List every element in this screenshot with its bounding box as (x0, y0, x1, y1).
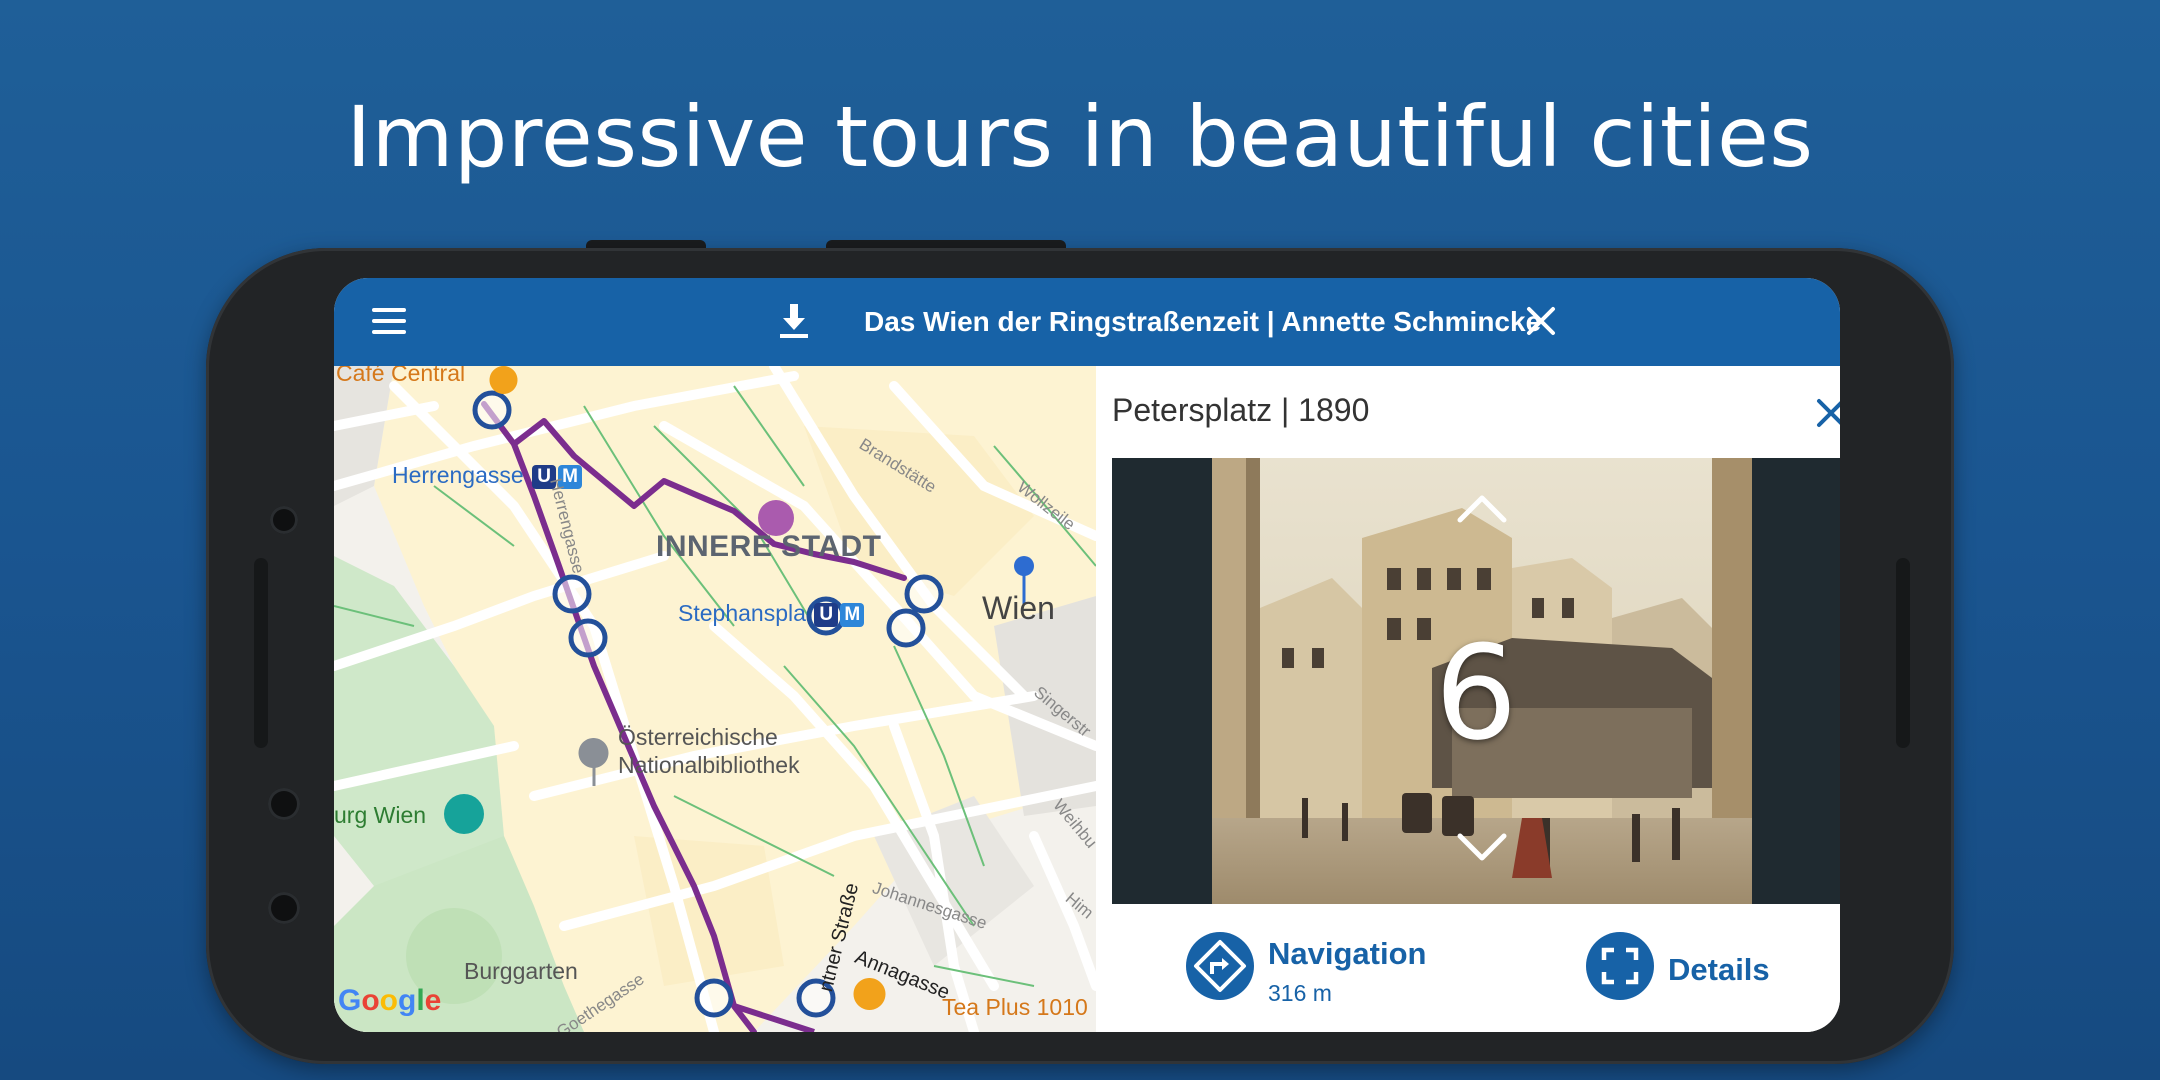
menu-icon[interactable] (372, 308, 408, 336)
phone-side-slot (254, 558, 268, 748)
map-label-text: Stephanspla (678, 600, 806, 626)
stop-detail-panel: Petersplatz | 1890 6 Navigation 316 m De… (1096, 366, 1840, 1032)
close-icon[interactable] (1814, 396, 1840, 430)
map-label-text: Herrengasse (392, 462, 524, 488)
metro-m-icon: M (840, 602, 865, 627)
phone-camera-lens (268, 788, 300, 820)
headline: Impressive tours in beautiful cities (346, 88, 1814, 186)
phone-side-slot (1896, 558, 1910, 748)
map-label-nationalbibliothek-1: Österreichische (618, 724, 778, 750)
directions-icon (1186, 932, 1254, 1000)
map-label-innere-stadt: INNERE STADT (656, 530, 882, 563)
metro-u-icon: U (814, 602, 839, 627)
chevron-down-icon[interactable] (1456, 832, 1508, 864)
download-icon[interactable] (776, 302, 812, 342)
map-view[interactable]: Café Central Herrengasse UM INNERE STADT… (334, 366, 1096, 1032)
details-button[interactable]: Details (1586, 926, 1826, 1016)
chevron-up-icon[interactable] (1456, 492, 1508, 524)
fullscreen-icon (1586, 932, 1654, 1000)
map-label-cafe-central: Café Central (336, 366, 466, 386)
tour-title: Das Wien der Ringstraßenzeit | Annette S… (864, 306, 1542, 337)
app-bar: Das Wien der Ringstraßenzeit | Annette S… (334, 278, 1840, 366)
map-label-nationalbibliothek-2: Nationalbibliothek (618, 752, 800, 778)
close-icon[interactable] (1524, 304, 1558, 338)
phone-screen: Das Wien der Ringstraßenzeit | Annette S… (334, 278, 1840, 1032)
map-label-burggarten: Burggarten (464, 958, 578, 984)
map-label-hofburg: urg Wien (334, 802, 427, 828)
navigation-distance: 316 m (1268, 980, 1332, 1006)
navigation-label: Navigation (1268, 936, 1427, 971)
stop-number: 6 (1434, 617, 1518, 769)
stop-title: Petersplatz | 1890 (1112, 392, 1370, 428)
map-label-tea-plus: Tea Plus 1010 (942, 994, 1088, 1020)
navigation-button[interactable]: Navigation 316 m (1186, 926, 1506, 1016)
phone-sensor (270, 506, 298, 534)
map-label-wien: Wien (982, 590, 1055, 626)
phone-camera-lens (268, 892, 300, 924)
map-label-stephansplatz[interactable]: Stephanspla UM (678, 600, 865, 627)
details-label: Details (1668, 952, 1770, 987)
stop-image-viewer[interactable]: 6 (1112, 458, 1840, 904)
google-logo: Google (338, 984, 442, 1017)
